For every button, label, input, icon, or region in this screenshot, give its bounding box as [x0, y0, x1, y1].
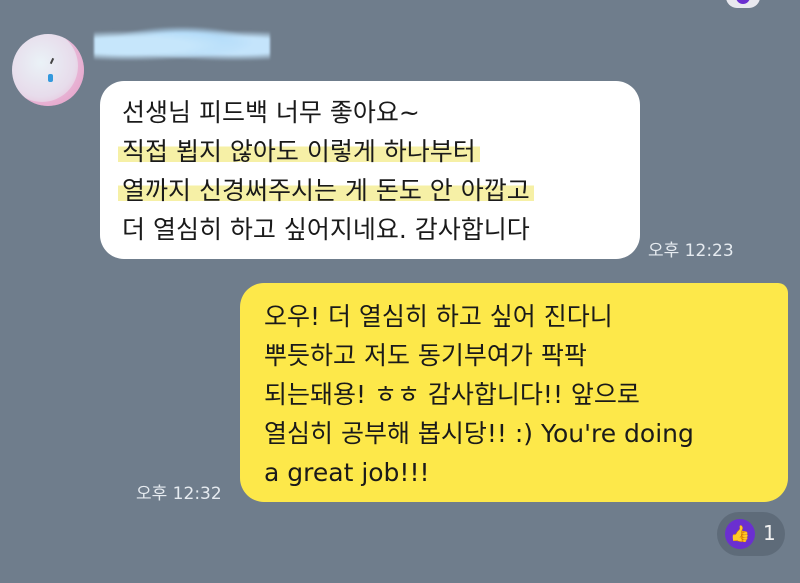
reaction-badge-top[interactable] [726, 0, 760, 8]
reaction-icon [736, 0, 750, 4]
message-line: 열심히 공부해 봅시당!! :) You're doing [264, 419, 694, 448]
message-line-highlighted: 직접 뵙지 않아도 이렇게 하나부터 [118, 132, 624, 171]
message-line: 뿌듯하고 저도 동기부여가 팍팍 [264, 341, 587, 370]
incoming-message-bubble[interactable]: 선생님 피드백 너무 좋아요~ 직접 뵙지 않아도 이렇게 하나부터 열까지 신… [100, 81, 640, 259]
outgoing-message-bubble[interactable]: 오우! 더 열심히 하고 싶어 진다니 뿌듯하고 저도 동기부여가 팍팍 되는돼… [240, 283, 788, 502]
thumbs-up-icon: 👍 [725, 519, 755, 549]
message-line: 더 열심히 하고 싶어지네요. 감사합니다 [122, 215, 530, 244]
reaction-button[interactable]: 👍 1 [717, 512, 785, 556]
message-line: a great job!!! [264, 458, 430, 487]
reaction-count: 1 [763, 521, 776, 545]
message-line-highlighted: 열까지 신경써주시는 게 돈도 안 아깝고 [118, 171, 624, 210]
outgoing-message-time: 오후 12:32 [136, 484, 222, 504]
sender-name-blurred [94, 26, 270, 62]
incoming-message-time: 오후 12:23 [648, 241, 734, 261]
sender-avatar[interactable] [12, 34, 84, 106]
message-line: 되는돼용! ㅎㅎ 감사합니다!! 앞으로 [264, 380, 640, 409]
message-line: 선생님 피드백 너무 좋아요~ [122, 98, 420, 127]
message-line: 오우! 더 열심히 하고 싶어 진다니 [264, 302, 613, 331]
